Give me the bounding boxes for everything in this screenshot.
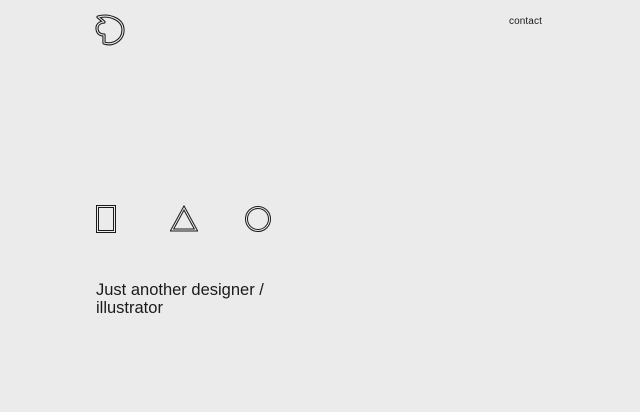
d-shaped-logo-icon [95, 14, 125, 46]
shapes-row [96, 205, 276, 233]
tagline-line-1: Just another designer / [96, 281, 264, 299]
tagline-line-2: illustrator [96, 299, 163, 317]
hero-tagline: Just another designer / illustrator [96, 281, 326, 317]
home-logo-link[interactable] [95, 13, 126, 47]
circle-outline-icon [245, 206, 271, 232]
triangle-outline-icon [170, 205, 198, 232]
contact-link[interactable]: contact [509, 16, 542, 28]
rectangle-outline-icon [96, 205, 116, 233]
